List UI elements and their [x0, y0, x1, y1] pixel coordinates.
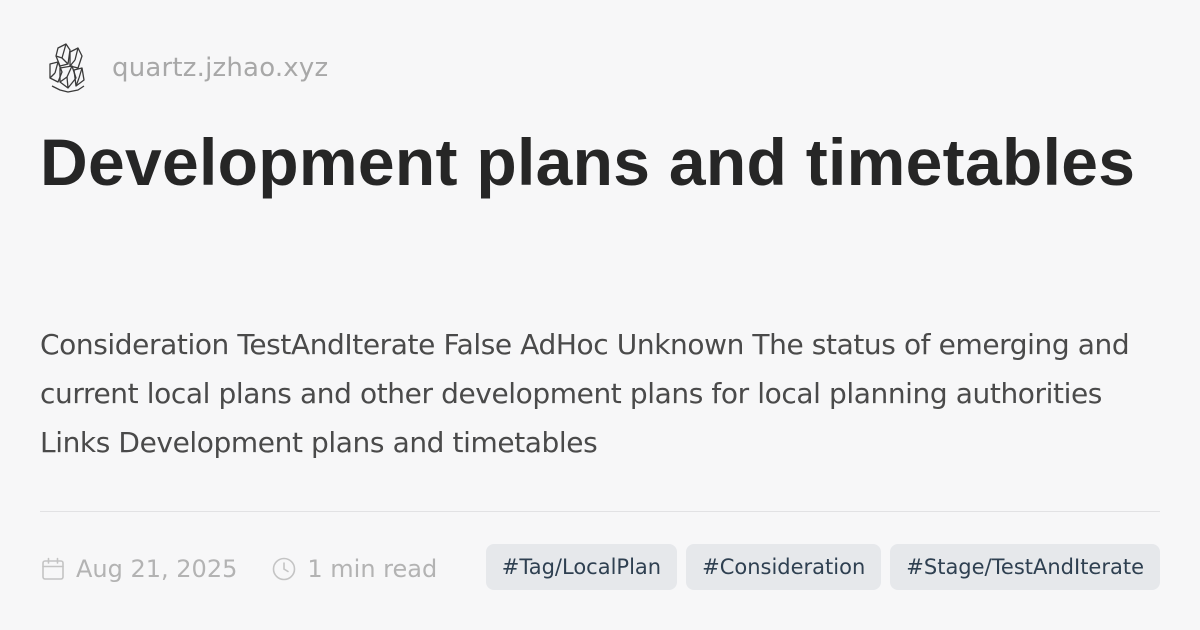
tag-stage-test-and-iterate[interactable]: #Stage/TestAndIterate	[890, 544, 1160, 590]
site-name: quartz.jzhao.xyz	[112, 53, 329, 83]
tag-local-plan[interactable]: #Tag/LocalPlan	[485, 544, 678, 590]
calendar-icon	[42, 557, 64, 580]
site-header: quartz.jzhao.xyz	[46, 40, 328, 96]
date-text: Aug 21, 2025	[76, 555, 238, 583]
read-time-meta: 1 min read	[271, 555, 437, 583]
date-meta: Aug 21, 2025	[40, 555, 237, 583]
crystal-logo-icon	[49, 43, 85, 93]
page-description: Consideration TestAndIterate False AdHoc…	[40, 328, 1130, 459]
page-title: Development plans and timetables	[40, 125, 1136, 199]
read-time-text: 1 min read	[307, 555, 438, 583]
clock-icon	[273, 557, 296, 581]
tag-consideration[interactable]: #Consideration	[686, 544, 882, 590]
meta-row: Aug 21, 2025 1 min read	[40, 548, 437, 590]
divider	[40, 511, 1160, 512]
tag-list: #Tag/LocalPlan #Consideration #Stage/Tes…	[477, 544, 1160, 590]
og-preview-card: quartz.jzhao.xyz Development plans and t…	[0, 0, 1200, 630]
